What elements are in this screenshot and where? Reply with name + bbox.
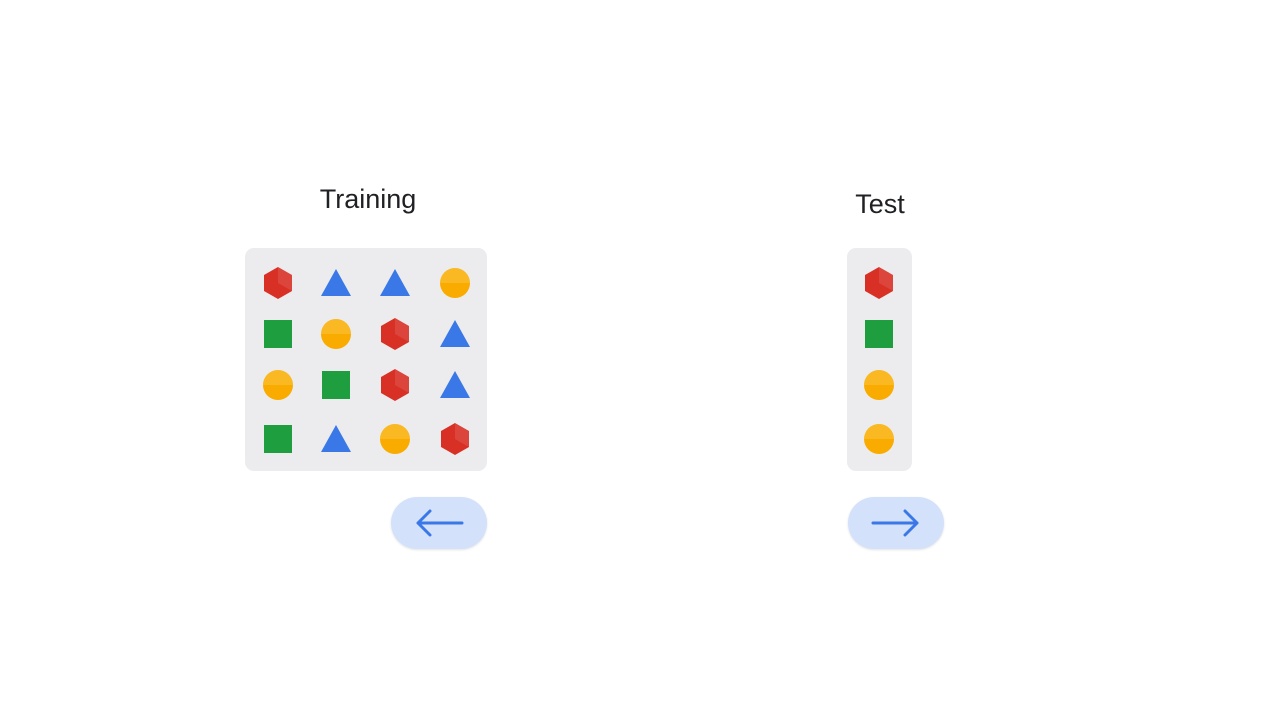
circle-shape <box>859 419 899 459</box>
triangle-shape <box>435 365 475 405</box>
arrow-left-icon <box>416 509 464 537</box>
hexagon-shape <box>375 365 415 405</box>
square-shape <box>859 314 899 354</box>
arrow-right-icon <box>871 509 919 537</box>
circle-shape <box>375 419 415 459</box>
square-shape <box>258 419 298 459</box>
circle-shape <box>435 263 475 303</box>
triangle-shape <box>316 419 356 459</box>
test-column-panel <box>847 248 912 471</box>
circle-shape <box>316 314 356 354</box>
previous-button[interactable] <box>391 497 487 549</box>
training-grid-panel <box>245 248 487 471</box>
square-shape <box>316 365 356 405</box>
circle-shape <box>258 365 298 405</box>
triangle-shape <box>435 314 475 354</box>
test-title: Test <box>855 189 905 219</box>
next-button[interactable] <box>848 497 944 549</box>
hexagon-shape <box>375 314 415 354</box>
hexagon-shape <box>435 419 475 459</box>
hexagon-shape <box>859 263 899 303</box>
triangle-shape <box>375 263 415 303</box>
hexagon-shape <box>258 263 298 303</box>
triangle-shape <box>316 263 356 303</box>
training-title: Training <box>319 184 417 214</box>
square-shape <box>258 314 298 354</box>
slide: Training Test <box>0 0 1280 720</box>
circle-shape <box>859 365 899 405</box>
